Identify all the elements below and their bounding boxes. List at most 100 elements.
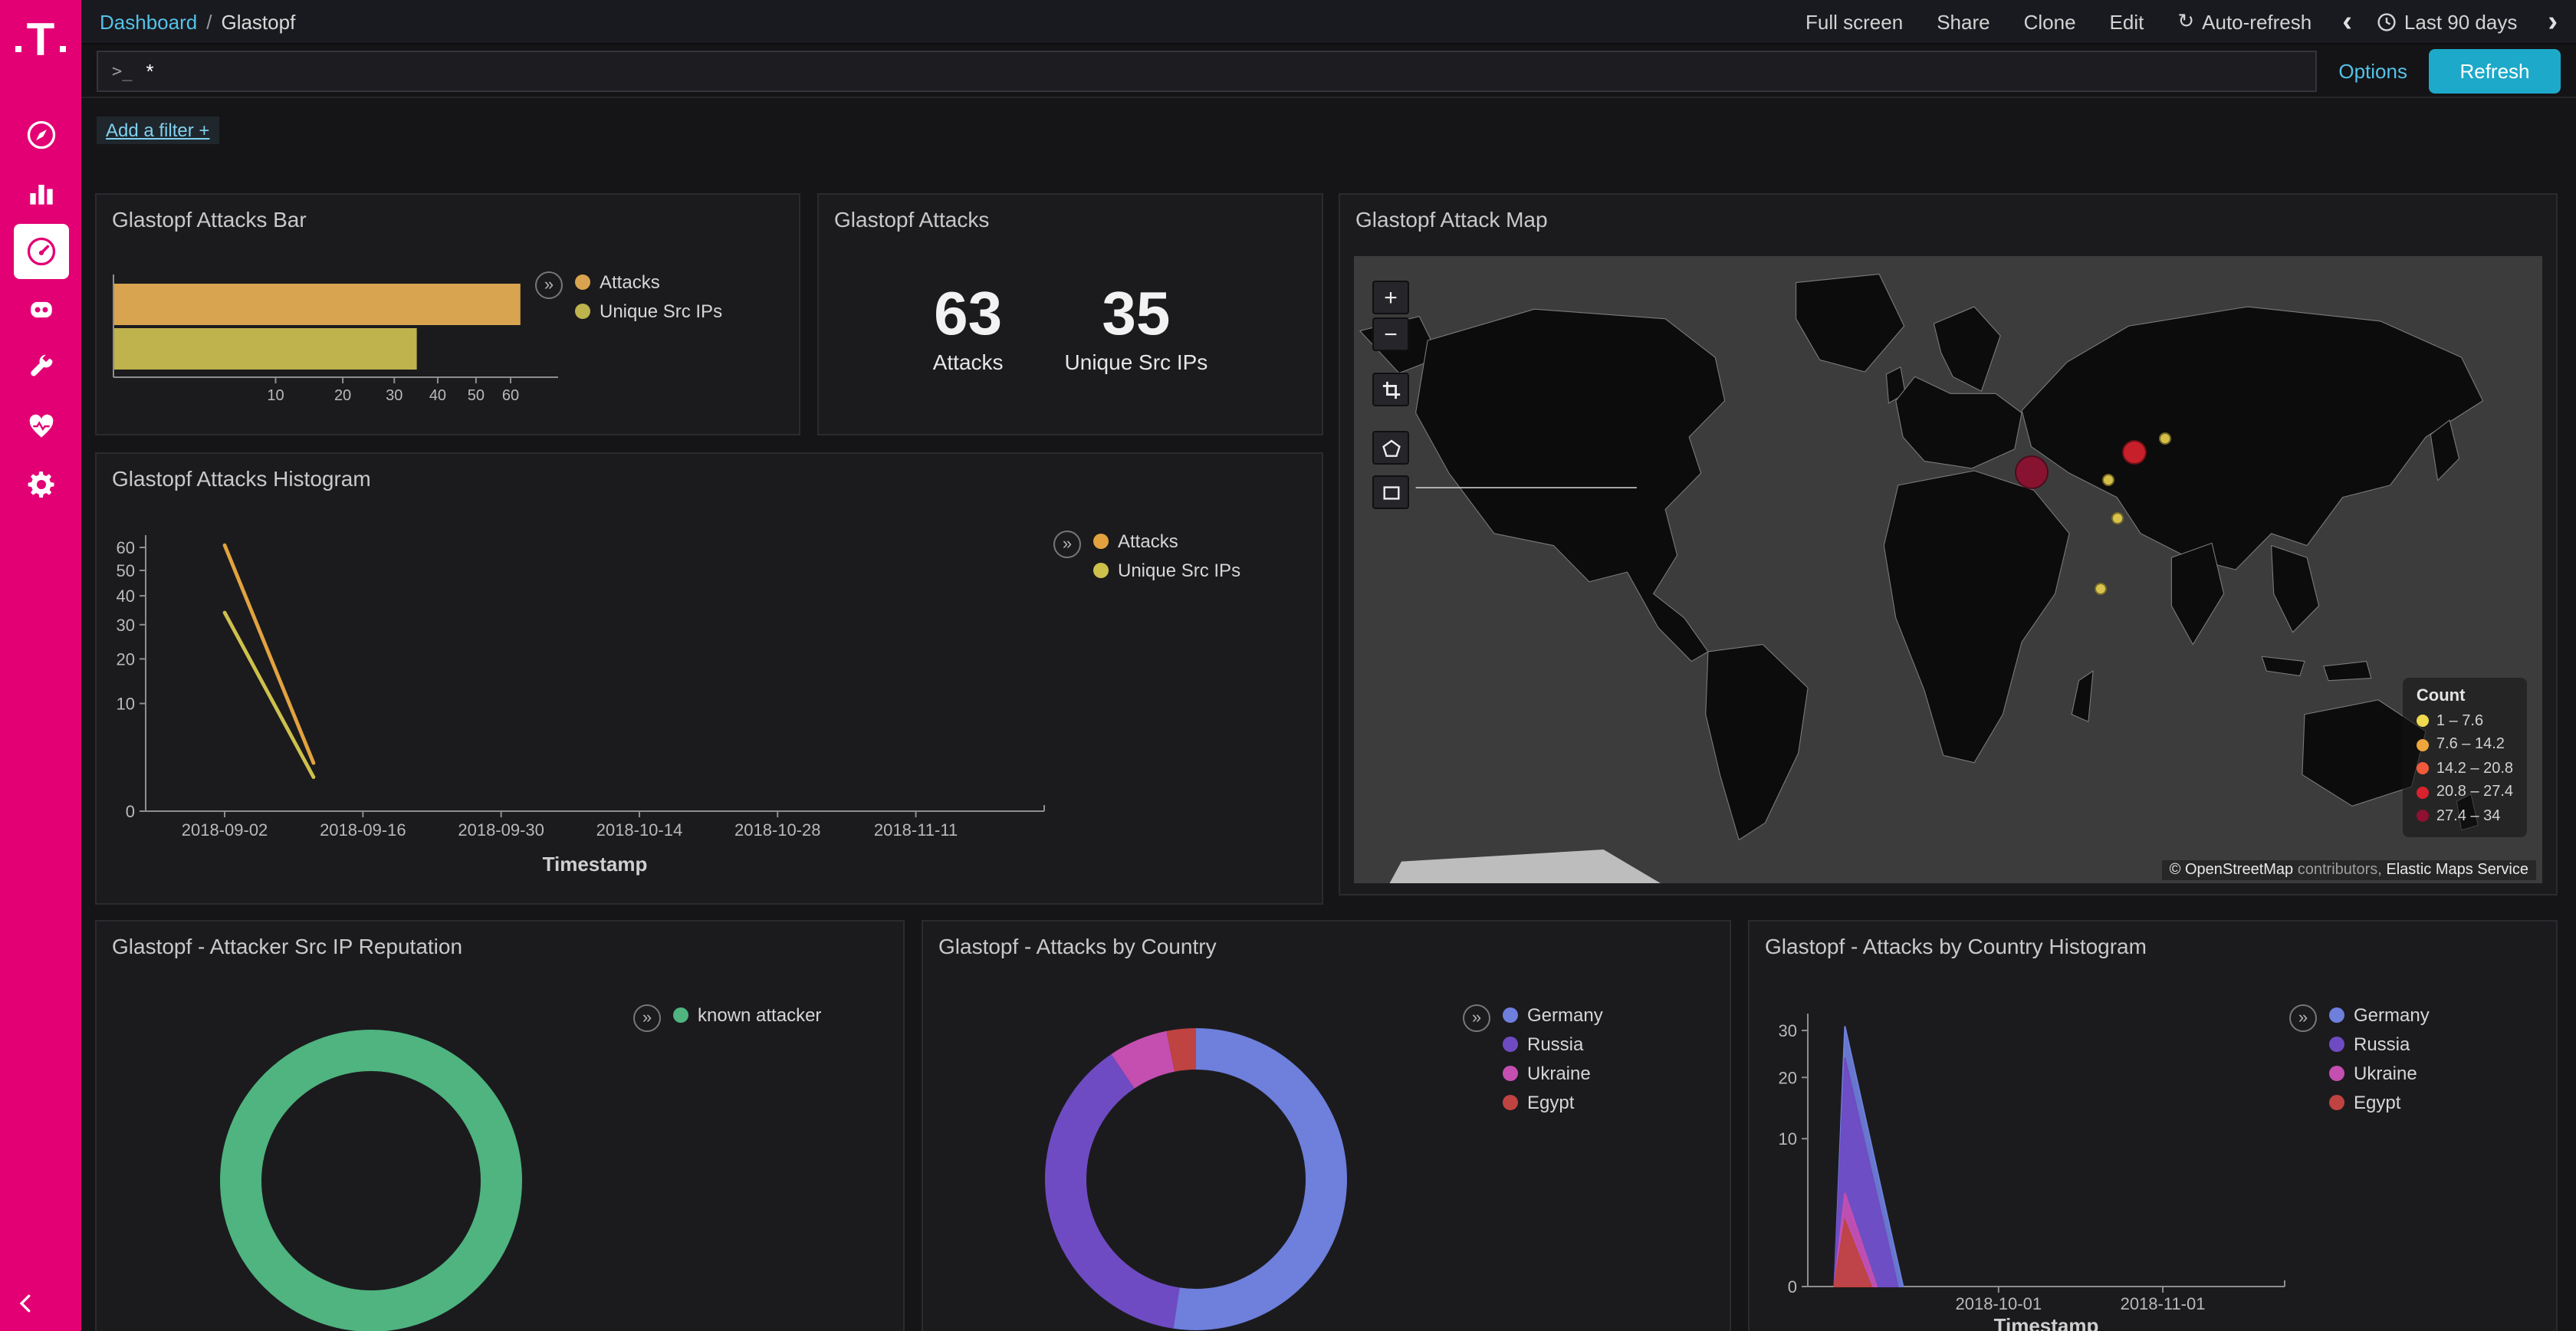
svg-text:10: 10 [267, 387, 284, 404]
openstreetmap-link[interactable]: OpenStreetMap [2185, 862, 2293, 879]
full-screen-button[interactable]: Full screen [1806, 10, 1903, 33]
svg-text:Timestamp: Timestamp [1994, 1314, 2099, 1331]
attribution-copyright: © [2170, 862, 2181, 879]
legend-item[interactable]: Ukraine [1503, 1063, 1603, 1084]
chart-legend: » known attacker [633, 1004, 821, 1032]
sidebar-item-monitoring[interactable] [13, 399, 68, 454]
polygon-tool-button[interactable] [1372, 431, 1409, 465]
map-legend-label: 14.2 – 20.8 [2436, 757, 2513, 781]
logo-dot-right [59, 46, 65, 52]
panel-title: Glastopf - Attacks by Country [923, 922, 1730, 971]
legend-item[interactable]: Egypt [2329, 1092, 2430, 1113]
legend-item[interactable]: Egypt [1503, 1092, 1603, 1113]
share-button[interactable]: Share [1937, 10, 1990, 33]
sidebar-item-management[interactable] [13, 457, 68, 512]
edit-button[interactable]: Edit [2110, 10, 2144, 33]
zoom-out-button[interactable]: − [1372, 317, 1409, 351]
legend-color-dot [1093, 563, 1109, 578]
legend-label: Unique Src IPs [600, 301, 722, 322]
search-query-input[interactable] [146, 59, 2302, 82]
refresh-button[interactable]: Refresh [2429, 48, 2561, 93]
metric-label: Unique Src IPs [1065, 350, 1208, 374]
legend-label: Germany [1527, 1004, 1603, 1026]
svg-text:30: 30 [1779, 1021, 1797, 1040]
legend-color-dot [575, 304, 590, 319]
clone-button[interactable]: Clone [2024, 10, 2076, 33]
legend-item[interactable]: Russia [1503, 1034, 1603, 1055]
legend-toggle-button[interactable]: » [1463, 1004, 1490, 1032]
svg-text:0: 0 [1788, 1277, 1797, 1296]
add-filter-link[interactable]: Add a filter + [97, 117, 219, 144]
legend-toggle-button[interactable]: » [1053, 531, 1081, 558]
sidebar-item-visualize[interactable] [13, 166, 68, 221]
legend-item[interactable]: Germany [2329, 1004, 2430, 1026]
legend-label: Ukraine [1527, 1063, 1591, 1084]
svg-text:20: 20 [334, 387, 351, 404]
time-range-picker[interactable]: Last 90 days [2377, 10, 2517, 33]
sidebar-item-dev-tools[interactable] [13, 340, 68, 396]
metric-attacks: 63 Attacks [933, 281, 1004, 374]
country-histogram-chart: 01020302018-10-012018-11-01Timestamp [1762, 983, 2375, 1331]
rectangle-tool-button[interactable] [1372, 475, 1409, 509]
svg-text:2018-11-11: 2018-11-11 [874, 820, 958, 840]
map-legend-row: 1 – 7.6 [2417, 709, 2513, 733]
map-marker [2102, 475, 2114, 487]
legend-color-dot [2329, 1095, 2344, 1110]
metric-label: Attacks [933, 350, 1004, 374]
panel-attacks-bar: Glastopf Attacks Bar 102030405060 » Atta… [95, 193, 800, 435]
svg-text:20: 20 [117, 649, 135, 669]
legend-label: Unique Src IPs [1118, 560, 1240, 581]
legend-item[interactable]: Unique Src IPs [1093, 560, 1240, 581]
svg-text:2018-09-16: 2018-09-16 [320, 820, 406, 840]
legend-item[interactable]: Germany [1503, 1004, 1603, 1026]
collapse-sidebar-button[interactable] [12, 1290, 40, 1322]
time-forward-button[interactable]: › [2548, 7, 2558, 36]
legend-label: Russia [1527, 1034, 1583, 1055]
svg-text:60: 60 [502, 387, 519, 404]
panel-country-histogram: Glastopf - Attacks by Country Histogram … [1748, 920, 2558, 1331]
sidebar-item-dashboard[interactable] [13, 224, 68, 279]
svg-text:50: 50 [468, 387, 485, 404]
query-options-link[interactable]: Options [2338, 59, 2407, 82]
legend-item[interactable]: Attacks [575, 271, 722, 293]
legend-color-dot [1503, 1095, 1518, 1110]
legend-label: Attacks [600, 271, 660, 293]
metric-value: 63 [933, 281, 1004, 348]
map-legend-dot [2417, 715, 2429, 728]
map-legend-row: 14.2 – 20.8 [2417, 757, 2513, 781]
map-legend-dot [2417, 739, 2429, 751]
map-marker [2015, 455, 2049, 488]
legend-item[interactable]: Attacks [1093, 531, 1240, 552]
auto-refresh-button[interactable]: ↻ Auto-refresh [2177, 9, 2312, 34]
legend-toggle-button[interactable]: » [535, 271, 563, 299]
legend-item[interactable]: Unique Src IPs [575, 301, 722, 322]
heartbeat-icon [24, 409, 58, 443]
map-attribution: © OpenStreetMap contributors, Elastic Ma… [2162, 860, 2536, 880]
sidebar-item-honeypot[interactable] [13, 282, 68, 337]
crop-tool-button[interactable] [1372, 373, 1409, 406]
legend-color-dot [1503, 1037, 1518, 1052]
metric-unique-src-ips: 35 Unique Src IPs [1065, 281, 1208, 374]
legend-item[interactable]: Russia [2329, 1034, 2430, 1055]
legend-toggle-button[interactable]: » [2289, 1004, 2317, 1032]
breadcrumb-dashboard-link[interactable]: Dashboard [100, 10, 197, 33]
world-map: +− Count 1 – 7.67.6 – 14.214.2 – 20.820.… [1354, 256, 2542, 883]
map-controls: +− [1372, 281, 1409, 509]
svg-text:2018-10-14: 2018-10-14 [596, 820, 683, 840]
map-legend-row: 20.8 – 27.4 [2417, 781, 2513, 804]
legend-color-dot [2329, 1066, 2344, 1081]
svg-text:10: 10 [1779, 1129, 1797, 1149]
map-marker [2122, 440, 2147, 465]
legend-item[interactable]: Ukraine [2329, 1063, 2430, 1084]
time-back-button[interactable]: ‹ [2342, 7, 2352, 36]
gear-icon [24, 468, 58, 501]
svg-text:2018-09-02: 2018-09-02 [182, 820, 268, 840]
legend-toggle-button[interactable]: » [633, 1004, 661, 1032]
elastic-maps-service-link[interactable]: Elastic Maps Service [2386, 862, 2528, 879]
sidebar-item-discover[interactable] [13, 107, 68, 163]
telekom-logo[interactable]: T [0, 0, 81, 83]
legend-item[interactable]: known attacker [673, 1004, 821, 1026]
zoom-in-button[interactable]: + [1372, 281, 1409, 314]
auto-refresh-icon: ↻ [2177, 9, 2194, 34]
clock-icon [2377, 12, 2397, 31]
